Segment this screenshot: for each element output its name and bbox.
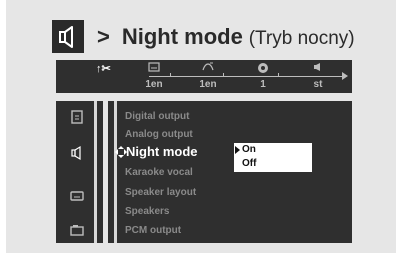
nav-item-general[interactable] [66,109,88,125]
menu-item-karaoke-vocal[interactable]: Karaoke vocal [125,167,193,178]
option-off[interactable]: Off [242,158,256,169]
subtitle-icon [70,191,84,201]
settings-tools-icon[interactable]: ↑✂ [96,62,111,75]
page-title: > Night mode (Tryb nocny) [97,20,355,54]
status-subtitle-value: 1en [145,79,163,90]
menu-item-digital-output[interactable]: Digital output [125,111,189,122]
sound-icon [290,62,346,74]
subtitle-icon [126,62,182,74]
menu-item-night-mode[interactable]: Night mode [126,144,198,159]
title-subtitle: (Tryb nocny) [248,28,355,49]
category-nav [56,101,103,243]
option-selector-icon [235,146,240,154]
nav-item-subtitle[interactable] [66,189,88,205]
folder-icon [70,225,84,236]
menu-item-analog-output[interactable]: Analog output [125,129,193,140]
screen: > Night mode (Tryb nocny) ↑✂ 1en 1en 1 s… [0,0,408,253]
menu-item-pcm-output[interactable]: PCM output [125,225,181,236]
menu-item-speaker-layout[interactable]: Speaker layout [125,187,196,198]
night-mode-options: On Off [234,143,312,172]
title-arrow: > [97,24,110,49]
speaker-icon [71,145,81,161]
audio-menu: Digital output Analog output Night mode … [108,101,352,243]
status-subtitle: 1en [126,60,182,93]
title-main: Night mode [121,24,243,49]
status-bar: ↑✂ 1en 1en 1 st [56,60,352,93]
nav-item-folder[interactable] [66,222,88,238]
angle-icon [235,62,291,74]
nav-item-speaker[interactable] [66,145,88,161]
status-sound: st [290,60,346,93]
speaker-icon [52,20,84,53]
menu-item-speakers[interactable]: Speakers [125,206,169,217]
status-sound-value: st [313,79,323,90]
menu-divider [114,101,117,243]
audio-language-icon [180,62,236,74]
nav-divider [94,101,97,243]
status-angle: 1 [235,60,291,93]
status-audio: 1en [180,60,236,93]
status-audio-value: 1en [199,79,217,90]
general-icon [71,110,83,124]
option-on[interactable]: On [242,144,256,155]
status-angle-value: 1 [260,79,266,90]
